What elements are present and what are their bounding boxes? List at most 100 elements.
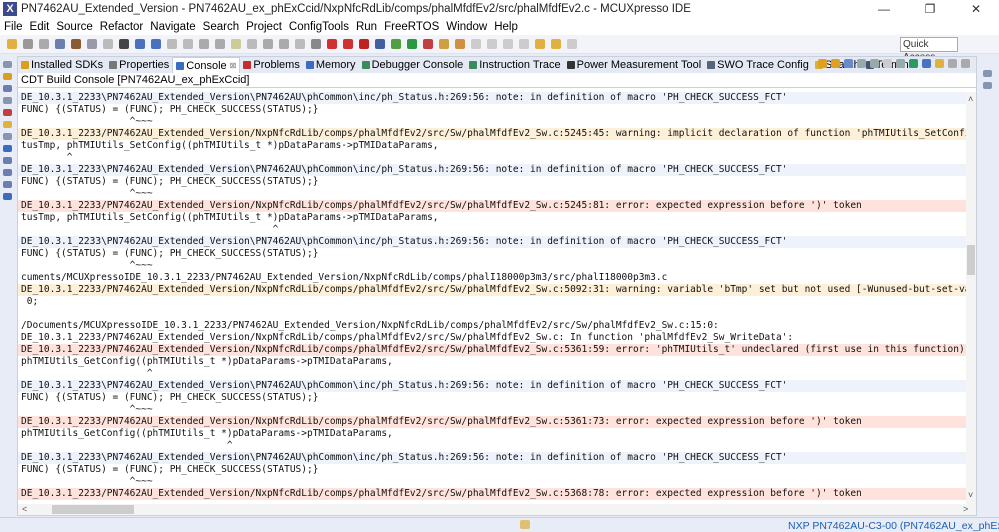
menu-file[interactable]: File — [4, 21, 23, 33]
scroll-left-icon[interactable]: < — [22, 504, 27, 514]
view-tool-icon[interactable] — [909, 59, 918, 68]
menu-window[interactable]: Window — [446, 21, 487, 33]
toolbar-button-icon[interactable] — [423, 39, 433, 49]
menu-project[interactable]: Project — [246, 21, 282, 33]
perspective-icon[interactable] — [3, 109, 12, 116]
toolbar-button-icon[interactable] — [55, 39, 65, 49]
toolbar-button-icon[interactable] — [359, 39, 369, 49]
quick-access-input[interactable]: Quick Access — [900, 37, 958, 63]
perspective-icon[interactable] — [3, 61, 12, 68]
perspective-icon[interactable] — [3, 97, 12, 104]
toolbar-button-icon[interactable] — [151, 39, 161, 49]
perspective-icon[interactable] — [3, 133, 12, 140]
toolbar-button-icon[interactable] — [551, 39, 561, 49]
toolbar-button-icon[interactable] — [407, 39, 417, 49]
toolbar-button-icon[interactable] — [167, 39, 177, 49]
toolbar-button-icon[interactable] — [71, 39, 81, 49]
menu-run[interactable]: Run — [356, 21, 377, 33]
toolbar-button-icon[interactable] — [39, 39, 49, 49]
horizontal-scrollbar[interactable]: < > — [18, 504, 976, 515]
scroll-right-icon[interactable]: > — [963, 504, 968, 514]
toolbar-button-icon[interactable] — [375, 39, 385, 49]
toolbar-button-icon[interactable] — [247, 39, 257, 49]
tab-problems[interactable]: Problems — [240, 57, 302, 73]
tab-instruction-trace[interactable]: Instruction Trace — [466, 57, 563, 73]
toolbar-button-icon[interactable] — [535, 39, 545, 49]
toolbar-button-icon[interactable] — [279, 39, 289, 49]
view-tool-icon[interactable] — [922, 59, 931, 68]
close-tab-icon[interactable]: ⊠ — [230, 58, 237, 74]
scroll-down-icon[interactable]: ˅ — [968, 490, 973, 500]
toolbar-button-icon[interactable] — [439, 39, 449, 49]
toolbar-button-icon[interactable] — [215, 39, 225, 49]
toolbar-button-icon[interactable] — [135, 39, 145, 49]
view-tool-icon[interactable] — [870, 59, 879, 68]
minimize-button[interactable]: — — [861, 0, 907, 18]
menu-search[interactable]: Search — [203, 21, 239, 33]
restore-button[interactable]: ❐ — [907, 0, 953, 18]
toolbar-button-icon[interactable] — [567, 39, 577, 49]
view-tool-icon[interactable] — [831, 59, 840, 68]
toolbar-button-icon[interactable] — [23, 39, 33, 49]
view-icon[interactable] — [983, 82, 992, 89]
restore-view-icon[interactable] — [983, 70, 992, 77]
tab-label: Console — [186, 59, 227, 72]
toolbar-button-icon[interactable] — [519, 39, 529, 49]
tab-icon — [707, 61, 716, 69]
view-tool-icon[interactable] — [883, 59, 892, 68]
toolbar-button-icon[interactable] — [263, 39, 273, 49]
tab-properties[interactable]: Properties — [106, 57, 172, 73]
debug-target-status[interactable]: NXP PN7462AU-C3-00 (PN7462AU_ex_phExCcid… — [788, 520, 999, 532]
vertical-scrollbar[interactable]: ˄ ˅ — [966, 92, 976, 504]
perspective-icon[interactable] — [3, 169, 12, 176]
horizontal-scroll-thumb[interactable] — [52, 505, 134, 514]
toolbar-button-icon[interactable] — [199, 39, 209, 49]
menu-freertos[interactable]: FreeRTOS — [384, 21, 439, 33]
tab-swo-trace-config[interactable]: SWO Trace Config — [704, 57, 812, 73]
menu-navigate[interactable]: Navigate — [150, 21, 195, 33]
toolbar-button-icon[interactable] — [487, 39, 497, 49]
toolbar-button-icon[interactable] — [183, 39, 193, 49]
console-output[interactable]: DE_10.3.1_2233\PN7462AU_Extended_Version… — [18, 92, 966, 504]
scroll-up-icon[interactable]: ˄ — [968, 94, 973, 104]
toolbar-button-icon[interactable] — [343, 39, 353, 49]
toolbar-button-icon[interactable] — [327, 39, 337, 49]
tab-memory[interactable]: Memory — [303, 57, 359, 73]
menu-refactor[interactable]: Refactor — [100, 21, 143, 33]
perspective-icon[interactable] — [3, 145, 12, 152]
toolbar-button-icon[interactable] — [119, 39, 129, 49]
menu-configtools[interactable]: ConfigTools — [289, 21, 349, 33]
toolbar-button-icon[interactable] — [87, 39, 97, 49]
toolbar-button-icon[interactable] — [391, 39, 401, 49]
perspective-icon[interactable] — [3, 157, 12, 164]
toolbar-button-icon[interactable] — [471, 39, 481, 49]
view-tool-icon[interactable] — [844, 59, 853, 68]
menu-help[interactable]: Help — [494, 21, 518, 33]
view-tool-icon[interactable] — [961, 59, 970, 68]
tab-installed-sdks[interactable]: Installed SDKs — [18, 57, 106, 73]
view-tool-icon[interactable] — [896, 59, 905, 68]
perspective-icon[interactable] — [3, 181, 12, 188]
tab-power-measurement-tool[interactable]: Power Measurement Tool — [564, 57, 705, 73]
toolbar-button-icon[interactable] — [103, 39, 113, 49]
menu-edit[interactable]: Edit — [30, 21, 50, 33]
view-tool-icon[interactable] — [948, 59, 957, 68]
perspective-icon[interactable] — [3, 85, 12, 92]
menu-source[interactable]: Source — [56, 21, 92, 33]
close-button[interactable]: ✕ — [953, 0, 999, 18]
toolbar-button-icon[interactable] — [311, 39, 321, 49]
toolbar-button-icon[interactable] — [7, 39, 17, 49]
perspective-icon[interactable] — [3, 121, 12, 128]
toolbar-button-icon[interactable] — [503, 39, 513, 49]
view-tool-icon[interactable] — [857, 59, 866, 68]
view-tool-icon[interactable] — [935, 59, 944, 68]
toolbar-button-icon[interactable] — [231, 39, 241, 49]
perspective-icon[interactable] — [3, 73, 12, 80]
perspective-icon[interactable] — [3, 193, 12, 200]
toolbar-button-icon[interactable] — [295, 39, 305, 49]
vertical-scroll-thumb[interactable] — [967, 245, 975, 275]
toolbar-button-icon[interactable] — [455, 39, 465, 49]
view-tool-icon[interactable] — [818, 59, 827, 68]
tab-debugger-console[interactable]: Debugger Console — [359, 57, 467, 73]
tab-console[interactable]: Console ⊠ — [172, 57, 241, 74]
